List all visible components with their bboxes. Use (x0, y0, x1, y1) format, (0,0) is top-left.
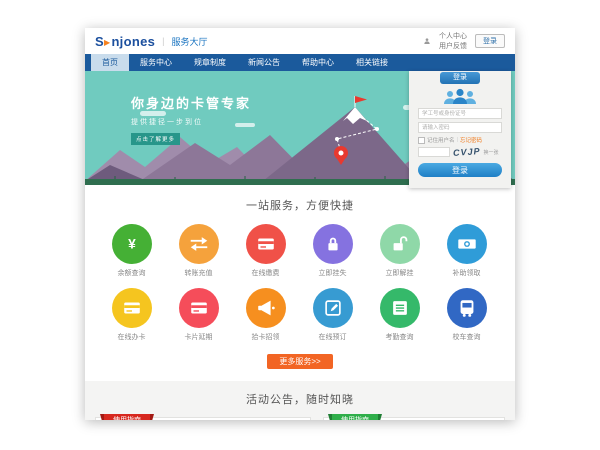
service-label: 转账充值 (165, 268, 232, 278)
users-icon (440, 88, 480, 105)
login-tab[interactable]: 登录 (440, 72, 480, 84)
nav-item[interactable]: 规章制度 (183, 54, 237, 71)
service-item[interactable]: 考勤查询 (366, 288, 433, 342)
nav-item[interactable]: 服务中心 (129, 54, 183, 71)
svg-text:¥: ¥ (128, 237, 136, 252)
header-link-0[interactable]: 个人中心 (439, 31, 467, 41)
service-item[interactable]: ¥ 余额查询 (98, 224, 165, 278)
card-icon (112, 288, 152, 328)
nav-item[interactable]: 新闻公告 (237, 54, 291, 71)
services-section: 一站服务，方便快捷 ¥ 余额查询转账充值在线缴费立即挂失立即解挂补助领取在线办卡卡… (85, 185, 515, 369)
page-card: S▶njones | 服务大厅 个人中心用户反馈 登录 首页服务中心规章制度新闻… (85, 28, 515, 420)
header-right: 个人中心用户反馈 登录 (423, 31, 505, 51)
forgot-password-link[interactable]: 忘记密码 (460, 136, 482, 144)
label-separator: | (457, 137, 458, 143)
unlock-icon (380, 224, 420, 264)
yen-icon: ¥ (112, 224, 152, 264)
nav-item[interactable]: 帮助中心 (291, 54, 345, 71)
hero-subtitle: 提供捷径一步到位 (131, 117, 251, 127)
services-grid: ¥ 余额查询转账充值在线缴费立即挂失立即解挂补助领取在线办卡卡片延期拾卡招领在线预… (98, 224, 502, 352)
lock-icon (313, 224, 353, 264)
announcement-panel: 使用指南更多>> (323, 417, 505, 420)
username-input[interactable] (418, 108, 502, 119)
hero-banner: 你身边的卡管专家 提供捷径一步到位 点击了解更多 登录 记住用户名 | (85, 71, 515, 185)
service-item[interactable]: 立即挂失 (299, 224, 366, 278)
hero-text: 你身边的卡管专家 提供捷径一步到位 点击了解更多 (131, 93, 251, 146)
edit-icon (313, 288, 353, 328)
header-login-button[interactable]: 登录 (475, 34, 505, 48)
header-divider: | (162, 36, 164, 46)
service-item[interactable]: 补助领取 (433, 224, 500, 278)
header-links: 个人中心用户反馈 (439, 31, 467, 51)
megaphone-icon (246, 288, 286, 328)
captcha-input[interactable] (418, 147, 450, 157)
logo-text-start: S (95, 34, 104, 49)
header: S▶njones | 服务大厅 个人中心用户反馈 登录 (85, 28, 515, 54)
service-label: 在线办卡 (98, 332, 165, 342)
more-services-button[interactable]: 更多服务>> (267, 354, 333, 369)
service-label: 补助领取 (433, 268, 500, 278)
password-input[interactable] (418, 122, 502, 133)
logo[interactable]: S▶njones (95, 34, 155, 49)
captcha-refresh-link[interactable]: 换一张 (484, 149, 499, 156)
banknote-icon (447, 224, 487, 264)
service-item[interactable]: 在线办卡 (98, 288, 165, 342)
announcements-title: 活动公告，随时知晓 (85, 391, 515, 407)
hero-cta-button[interactable]: 点击了解更多 (131, 133, 180, 145)
service-item[interactable]: 卡片延期 (165, 288, 232, 342)
service-label: 立即解挂 (366, 268, 433, 278)
login-panel: 登录 记住用户名 | 忘记密码 CVJP 换一张 (409, 71, 511, 188)
announcement-panel: 使用指南最新公告更多>> (95, 417, 311, 420)
remember-row: 记住用户名 | 忘记密码 (418, 136, 502, 144)
service-item[interactable]: 转账充值 (165, 224, 232, 278)
service-item[interactable]: 拾卡招领 (232, 288, 299, 342)
transfer-icon (179, 224, 219, 264)
flag-icon (355, 96, 367, 103)
service-label: 考勤查询 (366, 332, 433, 342)
service-label: 余额查询 (98, 268, 165, 278)
captcha-row: CVJP 换一张 (418, 147, 502, 157)
nav-item[interactable]: 相关链接 (345, 54, 399, 71)
logo-arrow-icon: ▶ (104, 38, 110, 47)
site-tagline: 服务大厅 (171, 35, 207, 48)
announcements-section: 活动公告，随时知晓 使用指南最新公告更多>> 使用指南更多>> (85, 381, 515, 420)
main-nav: 首页服务中心规章制度新闻公告帮助中心相关链接 (85, 54, 515, 71)
logo-text-end: njones (111, 34, 155, 49)
panel-ribbon-tab[interactable]: 使用指南 (332, 414, 378, 420)
bus-icon (447, 288, 487, 328)
service-label: 拾卡招领 (232, 332, 299, 342)
remember-checkbox[interactable] (418, 137, 425, 144)
hero-title: 你身边的卡管专家 (131, 93, 251, 112)
service-item[interactable]: 在线缴费 (232, 224, 299, 278)
user-icon (423, 37, 431, 45)
list-icon (380, 288, 420, 328)
captcha-image[interactable]: CVJP (453, 146, 481, 158)
header-link-1[interactable]: 用户反馈 (439, 41, 467, 51)
services-title: 一站服务，方便快捷 (85, 197, 515, 213)
service-item[interactable]: 校车查询 (433, 288, 500, 342)
service-label: 在线预订 (299, 332, 366, 342)
card-icon (179, 288, 219, 328)
remember-label: 记住用户名 (427, 136, 455, 144)
service-label: 在线缴费 (232, 268, 299, 278)
nav-item[interactable]: 首页 (91, 54, 129, 71)
service-label: 立即挂失 (299, 268, 366, 278)
panel-ribbon-tab[interactable]: 使用指南 (104, 414, 150, 420)
service-label: 校车查询 (433, 332, 500, 342)
service-label: 卡片延期 (165, 332, 232, 342)
announcement-panels: 使用指南最新公告更多>> 使用指南更多>> (85, 417, 515, 420)
card-icon (246, 224, 286, 264)
login-submit-button[interactable]: 登录 (418, 163, 502, 177)
service-item[interactable]: 立即解挂 (366, 224, 433, 278)
service-item[interactable]: 在线预订 (299, 288, 366, 342)
